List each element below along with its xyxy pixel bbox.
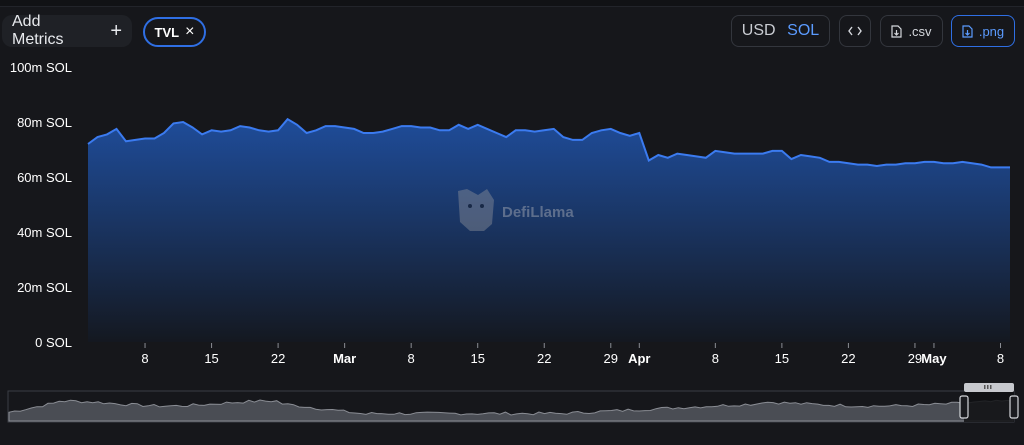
y-tick-label: 80m SOL <box>17 115 72 130</box>
x-tick-label: 8 <box>712 351 719 366</box>
y-tick-label: 20m SOL <box>17 280 72 295</box>
x-axis: 8 15 22 Mar 8 15 22 29 Apr 8 15 22 29 May 8 <box>141 343 1004 366</box>
y-tick-label: 100m SOL <box>10 60 72 75</box>
x-tick-label: 8 <box>141 351 148 366</box>
tvl-area <box>88 119 1010 342</box>
x-tick-label: 22 <box>271 351 285 366</box>
x-tick-label: 15 <box>775 351 789 366</box>
x-tick-label: 29 <box>604 351 618 366</box>
x-tick-label: 15 <box>470 351 484 366</box>
x-tick-label: 15 <box>204 351 218 366</box>
y-tick-label: 60m SOL <box>17 170 72 185</box>
x-tick-label: 8 <box>408 351 415 366</box>
x-tick-label-month: Apr <box>628 351 650 366</box>
brush-selection[interactable] <box>964 391 1014 422</box>
x-tick-label: 8 <box>997 351 1004 366</box>
y-tick-label: 40m SOL <box>17 225 72 240</box>
tvl-area-chart: 0 SOL 20m SOL 40m SOL 60m SOL 80m SOL 100m SO… <box>7 60 1019 423</box>
watermark-text: DefiLlama <box>502 204 574 221</box>
x-tick-label-month: May <box>921 351 947 366</box>
y-axis: 0 SOL 20m SOL 40m SOL 60m SOL 80m SOL 100m SO… <box>10 60 72 350</box>
brush-handle-left[interactable] <box>959 395 969 419</box>
y-tick-label: 0 SOL <box>35 335 72 350</box>
x-tick-label: 22 <box>841 351 855 366</box>
x-tick-label: 29 <box>908 351 922 366</box>
llama-logo-icon <box>458 189 494 231</box>
brush-handle-right[interactable] <box>1009 395 1019 419</box>
range-brush[interactable] <box>7 383 1019 423</box>
x-tick-label-month: Mar <box>333 351 356 366</box>
x-tick-label: 22 <box>537 351 551 366</box>
brush-drag-bar[interactable] <box>964 383 1014 392</box>
